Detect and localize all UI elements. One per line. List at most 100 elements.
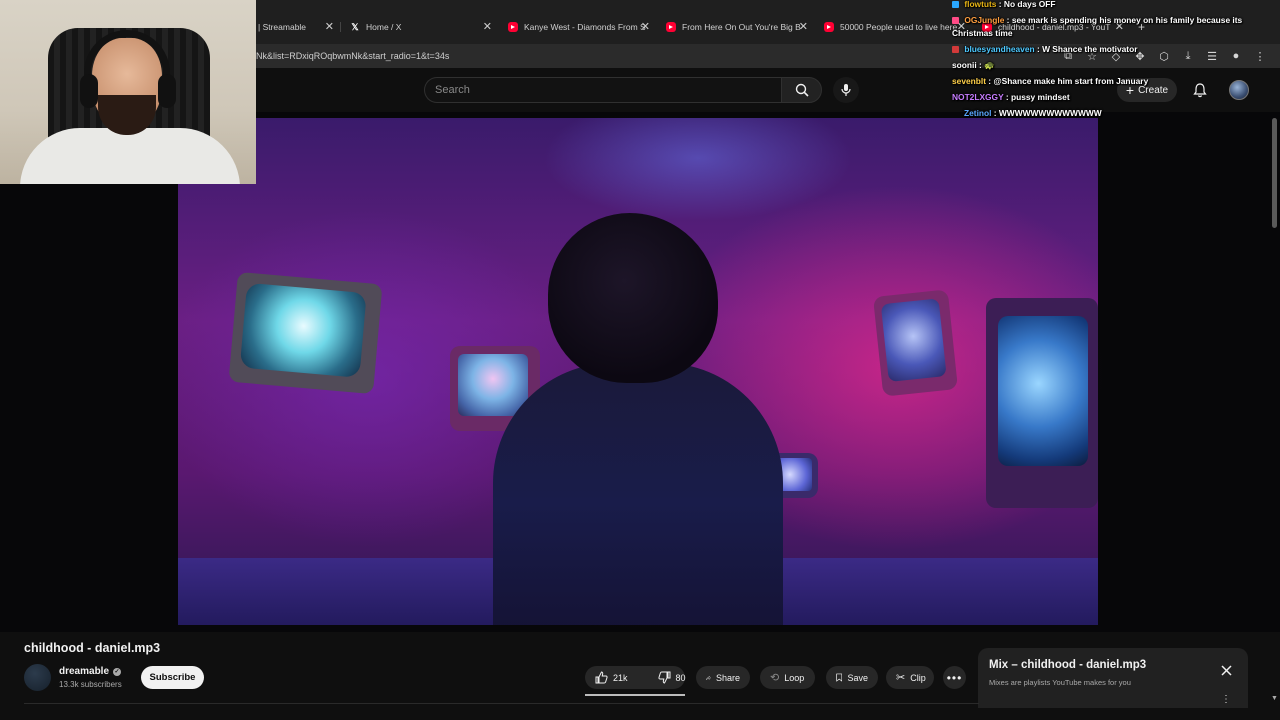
loop-button[interactable]: ⟲ Loop (760, 666, 815, 689)
crt-tv-image (872, 289, 959, 397)
browser-tab[interactable]: From Here On Out You're Big B ✕ (666, 17, 808, 37)
chat-badge-icon (952, 17, 959, 24)
webcam-overlay (0, 0, 256, 184)
tab-divider (340, 22, 341, 32)
chat-username: NOT2LXGGY (952, 92, 1004, 102)
tab-label: Home / X (366, 22, 402, 32)
headphone-earcup (80, 74, 98, 108)
scissors-icon: ✂ (896, 672, 906, 684)
verified-check-icon: ✓ (113, 667, 122, 676)
close-tab-icon[interactable]: ✕ (325, 20, 334, 33)
headphone-earcup (158, 74, 176, 108)
save-button[interactable]: Save (826, 666, 878, 689)
search-button[interactable] (781, 77, 822, 103)
x-logo-icon: 𝕏 (351, 21, 359, 32)
bookmark-icon (836, 673, 843, 682)
chat-message-continuation: Christmas time (952, 27, 1013, 40)
child-silhouette (493, 213, 823, 625)
video-frame[interactable] (178, 118, 1098, 625)
share-label: Share (715, 672, 740, 683)
subscribe-button[interactable]: Subscribe (141, 666, 204, 689)
screen: | Streamable ✕ 𝕏 Home / X ✕ Kanye West -… (0, 0, 1280, 720)
microphone-icon (841, 84, 851, 96)
stream-chat-overlay: flowtuts : No days OFF OGJungle : see ma… (952, 0, 1280, 125)
channel-name: dreamable (59, 666, 110, 677)
chat-message: soonii : 🐢 (952, 60, 995, 70)
chat-message: sevenblt : @Shance make him start from J… (952, 76, 1149, 86)
chat-text: No days OFF (1003, 0, 1056, 9)
chat-username: flowtuts (964, 0, 997, 9)
clip-button[interactable]: ✂ Clip (886, 666, 934, 689)
search-input[interactable]: Search (424, 77, 781, 103)
channel-avatar[interactable] (24, 664, 51, 691)
chat-username: sevenblt (952, 76, 986, 86)
scroll-down-arrow-icon[interactable]: ▼ (1271, 695, 1278, 702)
chat-text: WWWWWWWWWWWWW (998, 108, 1102, 118)
chat-badge-icon (952, 1, 959, 8)
chat-username: Zetinol (964, 108, 992, 118)
clip-label: Clip (910, 672, 926, 683)
loop-icon: ⟲ (770, 672, 780, 684)
chat-text: W Shance the motivator (1042, 44, 1138, 54)
more-horizontal-icon: ••• (946, 670, 963, 685)
crt-tv-image (986, 298, 1098, 508)
loop-label: Loop (784, 672, 805, 683)
dislike-button[interactable]: 80 (648, 666, 696, 689)
search-placeholder: Search (435, 84, 470, 96)
mix-subtitle: Mixes are playlists YouTube makes for yo… (989, 678, 1131, 687)
chat-message: Zetinol : WWWWWWWWWWWWW (964, 108, 1102, 118)
url-text[interactable]: Nk&list=RDxiqROqbwmNk&start_radio=1&t=34… (256, 51, 449, 61)
save-label: Save (847, 672, 868, 683)
like-dislike-group: 21k 80 (585, 666, 686, 689)
chat-text: 🐢 (984, 60, 995, 70)
youtube-icon (666, 22, 676, 32)
close-tab-icon[interactable]: ✕ (641, 20, 650, 33)
chat-text: Christmas time (952, 28, 1013, 38)
chat-text: @Shance make him start from January (993, 76, 1149, 86)
subscriber-count: 13.3k subscribers (59, 680, 122, 689)
mix-menu-icon[interactable]: ⋮ (1221, 694, 1231, 705)
browser-tab[interactable]: 50000 People used to live here ✕ (824, 17, 966, 37)
streamer-shirt (20, 128, 240, 184)
mix-title: Mix – childhood - daniel.mp3 (989, 659, 1147, 671)
chat-username: OGJungle (964, 15, 1005, 25)
tab-label: | Streamable (258, 22, 307, 32)
chat-username: bluesyandheaven (964, 44, 1035, 54)
like-button[interactable]: 21k (585, 666, 638, 689)
chat-badge-icon (952, 46, 959, 53)
page-scrollbar[interactable] (1272, 118, 1277, 228)
chat-text: pussy mindset (1010, 92, 1070, 102)
voice-search-button[interactable] (833, 77, 859, 103)
youtube-icon (508, 22, 518, 32)
video-title: childhood - daniel.mp3 (24, 641, 161, 655)
thumbs-down-icon (657, 671, 671, 684)
search-icon (795, 83, 809, 97)
close-tab-icon[interactable]: ✕ (799, 20, 808, 33)
thumbs-up-icon (595, 671, 608, 684)
crt-tv-image (228, 271, 383, 395)
share-arrow-icon (706, 675, 711, 680)
chat-message: NOT2LXGGY : pussy mindset (952, 92, 1070, 102)
like-ratio-fill (585, 694, 685, 696)
tab-label: From Here On Out You're Big B (682, 22, 801, 32)
close-icon (1220, 664, 1232, 676)
browser-tab[interactable]: | Streamable ✕ (258, 17, 334, 37)
mix-playlist-panel: Mix – childhood - daniel.mp3 Mixes are p… (978, 648, 1248, 708)
chat-message: flowtuts : No days OFF (952, 0, 1056, 11)
browser-tab[interactable]: Kanye West - Diamonds From S ✕ (508, 17, 650, 37)
chat-username: soonii (952, 60, 977, 70)
like-ratio-bar (585, 694, 685, 696)
close-mix-button[interactable] (1218, 662, 1234, 678)
divider (24, 703, 979, 704)
close-tab-icon[interactable]: ✕ (483, 20, 492, 33)
share-button[interactable]: Share (696, 666, 750, 689)
tab-label: Kanye West - Diamonds From S (524, 22, 646, 32)
more-actions-button[interactable]: ••• (943, 666, 966, 689)
youtube-icon (824, 22, 834, 32)
chat-text: see mark is spending his money on his fa… (1011, 15, 1243, 25)
like-count: 21k (613, 672, 628, 683)
browser-tab[interactable]: 𝕏 Home / X ✕ (350, 17, 492, 37)
chat-message: bluesyandheaven : W Shance the motivator (952, 43, 1137, 56)
channel-name-link[interactable]: dreamable ✓ (59, 666, 122, 677)
tab-label: 50000 People used to live here (840, 22, 958, 32)
